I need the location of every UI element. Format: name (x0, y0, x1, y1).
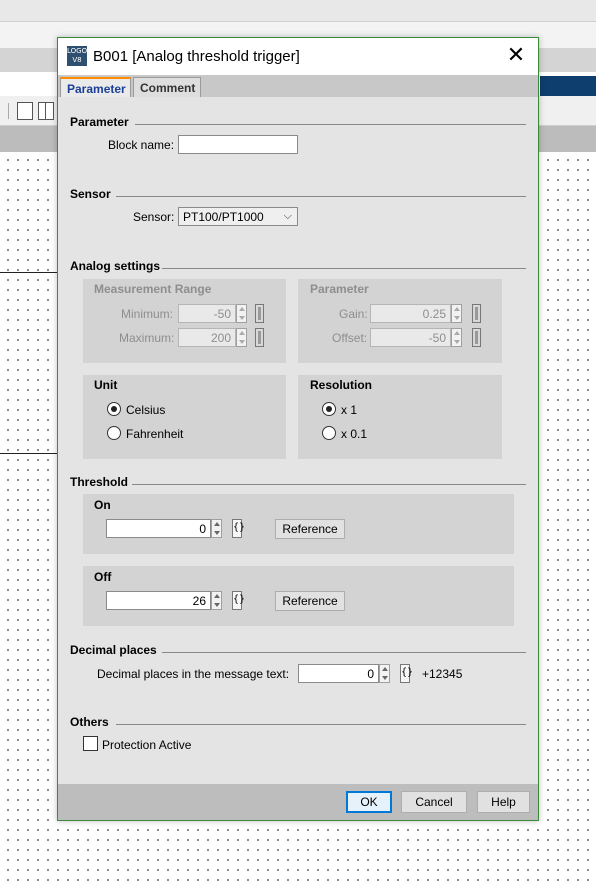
gain-parameter-icon[interactable] (472, 304, 481, 323)
section-title-decimal-places: Decimal places (70, 643, 157, 657)
resolution-group: Resolution x 1 x 0.1 (298, 375, 502, 459)
gain-label: Gain: (339, 307, 368, 321)
offset-input[interactable]: -50 (370, 328, 451, 347)
unit-group: Unit Celsius Fahrenheit (83, 375, 286, 459)
threshold-on-spinner[interactable] (211, 519, 222, 538)
decimal-places-preview: +12345 (422, 667, 463, 681)
decimal-places-spinner[interactable] (379, 664, 390, 683)
offset-label: Offset: (332, 331, 368, 345)
offset-parameter-icon[interactable] (472, 328, 481, 347)
measurement-range-title: Measurement Range (94, 282, 212, 296)
toolbar-separator (8, 103, 9, 119)
help-button[interactable]: Help (477, 791, 530, 813)
split-view-icon[interactable] (38, 102, 54, 120)
dialog-footer: OK Cancel Help (58, 784, 538, 820)
maximum-spinner[interactable] (236, 328, 247, 347)
connector-line (0, 272, 58, 273)
threshold-off-spinner[interactable] (211, 591, 222, 610)
dialog-title-bar[interactable]: LOGO V8 B001 [Analog threshold trigger] … (58, 38, 538, 75)
section-title-parameter: Parameter (70, 115, 129, 129)
resolution-x1-label[interactable]: x 1 (341, 403, 357, 417)
app-tab-strip (540, 76, 596, 96)
dialog-title: B001 [Analog threshold trigger] (93, 48, 300, 65)
gain-spinner[interactable] (451, 304, 462, 323)
threshold-on-group: On 0 {} Reference (83, 494, 514, 554)
single-view-icon[interactable] (17, 102, 33, 120)
section-title-threshold: Threshold (70, 475, 129, 489)
section-divider (116, 196, 526, 197)
threshold-on-reference-button[interactable]: Reference (275, 519, 345, 539)
maximum-input[interactable]: 200 (178, 328, 236, 347)
close-icon[interactable]: ✕ (504, 45, 528, 69)
section-divider (135, 124, 526, 125)
offset-spinner[interactable] (451, 328, 462, 347)
section-title-sensor: Sensor (70, 187, 111, 201)
cancel-button[interactable]: Cancel (401, 791, 467, 813)
minimum-input[interactable]: -50 (178, 304, 236, 323)
protection-active-label[interactable]: Protection Active (102, 738, 191, 752)
unit-title: Unit (94, 378, 118, 392)
decimal-places-input[interactable]: 0 (298, 664, 379, 683)
protection-active-checkbox[interactable] (83, 736, 98, 751)
threshold-on-brace-icon[interactable]: {} (232, 519, 245, 538)
gain-input[interactable]: 0.25 (370, 304, 451, 323)
decimal-places-label: Decimal places in the message text: (97, 667, 290, 681)
decimal-places-brace-icon[interactable]: {} (400, 664, 413, 683)
resolution-x01-radio[interactable] (322, 426, 336, 440)
sensor-select[interactable]: PT100/PT1000 ⌵ (178, 207, 298, 226)
tab-comment[interactable]: Comment (133, 77, 201, 97)
threshold-off-reference-button[interactable]: Reference (275, 591, 345, 611)
chevron-down-icon: ⌵ (283, 209, 292, 222)
threshold-off-brace-icon[interactable]: {} (232, 591, 245, 610)
threshold-on-input[interactable]: 0 (106, 519, 211, 538)
sensor-label: Sensor: (133, 210, 175, 224)
minimum-spinner[interactable] (236, 304, 247, 323)
app-title-bar (0, 0, 596, 22)
celsius-radio[interactable] (107, 402, 121, 416)
tab-parameter[interactable]: Parameter (60, 77, 131, 97)
minimum-label: Minimum: (121, 307, 174, 321)
minimum-parameter-icon[interactable] (255, 304, 264, 323)
threshold-on-title: On (94, 498, 111, 512)
section-divider (116, 724, 526, 725)
threshold-off-group: Off 26 {} Reference (83, 566, 514, 626)
threshold-off-input[interactable]: 26 (106, 591, 211, 610)
section-title-others: Others (70, 715, 109, 729)
ok-button[interactable]: OK (346, 791, 392, 813)
maximum-parameter-icon[interactable] (255, 328, 264, 347)
measurement-range-group: Measurement Range Minimum: -50 Maximum: … (83, 279, 286, 363)
connector-line (0, 453, 58, 454)
gain-offset-title: Parameter (310, 282, 369, 296)
logo-app-icon: LOGO V8 (67, 46, 88, 66)
fahrenheit-radio[interactable] (107, 426, 121, 440)
gain-offset-group: Parameter Gain: 0.25 Offset: -50 (298, 279, 502, 363)
fahrenheit-label[interactable]: Fahrenheit (126, 427, 183, 441)
resolution-x1-radio[interactable] (322, 402, 336, 416)
sensor-select-value: PT100/PT1000 (183, 210, 264, 224)
maximum-label: Maximum: (119, 331, 175, 345)
section-divider (132, 484, 526, 485)
section-divider (162, 652, 526, 653)
threshold-off-title: Off (94, 570, 112, 584)
section-title-analog-settings: Analog settings (70, 259, 161, 273)
resolution-title: Resolution (310, 378, 372, 392)
block-properties-dialog: LOGO V8 B001 [Analog threshold trigger] … (57, 37, 539, 821)
block-name-label: Block name: (108, 138, 175, 152)
celsius-label[interactable]: Celsius (126, 403, 165, 417)
block-name-input[interactable] (178, 135, 298, 154)
section-divider (162, 268, 526, 269)
resolution-x01-label[interactable]: x 0.1 (341, 427, 367, 441)
